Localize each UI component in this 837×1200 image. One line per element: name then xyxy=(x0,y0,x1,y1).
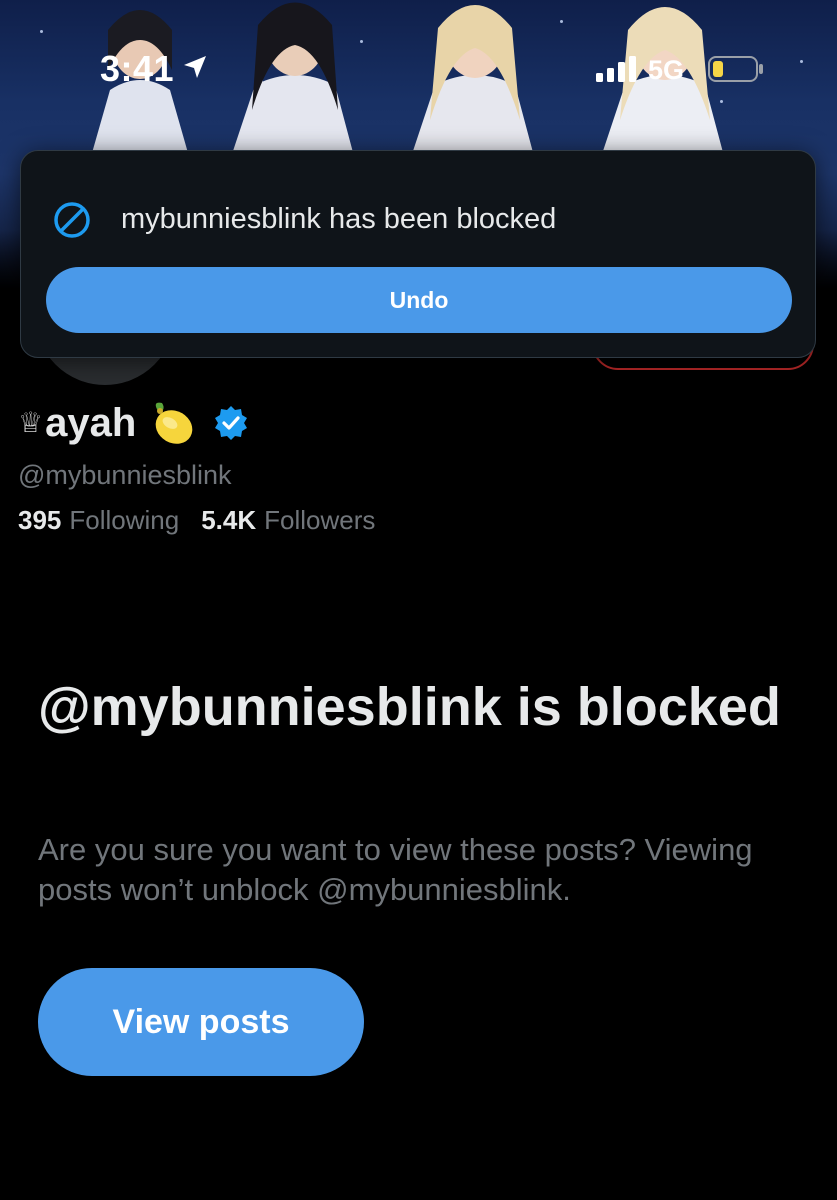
toast-message: mybunniesblink has been blocked xyxy=(121,203,557,235)
followers-stat[interactable]: 5.4K Followers xyxy=(201,505,375,536)
view-posts-button[interactable]: View posts xyxy=(38,968,364,1076)
crown-glyph: ♕ xyxy=(18,406,44,439)
profile-stats: 395 Following 5.4K Followers xyxy=(18,505,375,536)
following-stat[interactable]: 395 Following xyxy=(18,505,179,536)
lemon-icon xyxy=(155,402,193,444)
network-type-label: 5G xyxy=(648,55,685,85)
following-count: 395 xyxy=(18,505,62,535)
undo-button[interactable]: Undo xyxy=(46,267,792,333)
handle: @mybunniesblink xyxy=(18,460,232,490)
display-name: ayah xyxy=(45,400,137,445)
following-label: Following xyxy=(69,505,180,535)
blocked-description: Are you sure you want to view these post… xyxy=(38,832,753,907)
battery-icon xyxy=(708,56,763,82)
status-bar: 3:41 5G xyxy=(0,0,837,110)
followers-label: Followers xyxy=(264,505,376,535)
block-icon xyxy=(54,202,90,238)
blocked-title: @mybunniesblink is blocked xyxy=(38,677,781,737)
followers-count: 5.4K xyxy=(201,505,257,535)
location-arrow-icon xyxy=(184,56,206,78)
display-name-row: ♕ ayah xyxy=(18,395,250,451)
blocked-toast: mybunniesblink has been blocked Undo xyxy=(20,150,816,358)
profile-page: 3:41 5G ♕ ayah @mybunniesblink 395 Follo… xyxy=(0,0,837,1200)
signal-bars-icon xyxy=(596,56,636,82)
verified-badge-icon[interactable] xyxy=(212,404,250,442)
status-time: 3:41 xyxy=(100,48,175,89)
